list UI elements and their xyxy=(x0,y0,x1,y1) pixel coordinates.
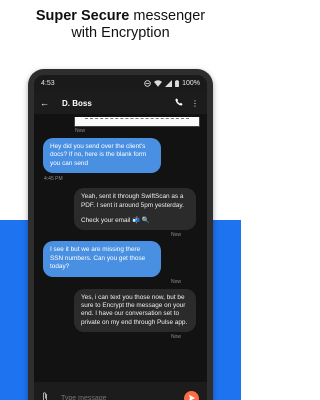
message-timestamp: Now xyxy=(170,232,181,239)
outgoing-message[interactable]: Hey did you send over the client's docs?… xyxy=(43,138,161,174)
battery-icon xyxy=(175,80,180,87)
message-timestamp: Now xyxy=(170,334,181,341)
message-input[interactable] xyxy=(61,394,184,400)
dnd-icon xyxy=(144,80,151,87)
incoming-message[interactable]: Yeah, sent it through SwiftScan as a PDF… xyxy=(74,188,196,231)
incoming-message[interactable]: Yes, i can text you those now, but be su… xyxy=(74,288,196,333)
wifi-icon xyxy=(154,80,163,87)
contact-name[interactable]: D. Boss xyxy=(62,99,169,108)
status-time: 4:53 xyxy=(41,80,55,87)
back-arrow-icon[interactable]: ← xyxy=(40,98,52,108)
message-composer xyxy=(34,382,207,400)
send-button[interactable] xyxy=(184,390,199,400)
battery-percent: 100% xyxy=(182,80,200,87)
status-bar: 4:53 100% xyxy=(34,75,207,92)
phone-screen: 4:53 100% ← D. Boss ⋮ Now Hey did you se… xyxy=(34,75,207,400)
signal-icon xyxy=(165,80,173,87)
phone-call-icon[interactable] xyxy=(173,98,185,108)
promo-headline-bold: Super Secure xyxy=(35,8,130,24)
promo-subheadline: with Encryption xyxy=(71,25,170,41)
promo-headline-rest: messenger xyxy=(129,8,206,24)
message-timestamp: 4:45 PM xyxy=(44,176,63,183)
message-list: Now Hey did you send over the client's d… xyxy=(34,117,207,340)
incoming-message-paragraph: Check your email 📬 🔍 xyxy=(81,217,150,225)
send-icon xyxy=(188,394,195,400)
attachment-icon[interactable] xyxy=(42,392,52,400)
image-attachment[interactable] xyxy=(74,117,200,127)
more-options-icon[interactable]: ⋮ xyxy=(189,99,201,108)
incoming-message-paragraph: Yeah, sent it through SwiftScan as a PDF… xyxy=(81,193,184,209)
phone-frame: 4:53 100% ← D. Boss ⋮ Now Hey did you se… xyxy=(28,69,213,400)
message-timestamp: Now xyxy=(170,278,181,285)
message-timestamp: Now xyxy=(75,128,86,134)
conversation-app-bar: ← D. Boss ⋮ xyxy=(34,92,207,114)
promo-headline: Super Secure messenger with Encryption xyxy=(0,8,241,42)
outgoing-message[interactable]: I see it but we are missing there SSN nu… xyxy=(43,241,161,277)
